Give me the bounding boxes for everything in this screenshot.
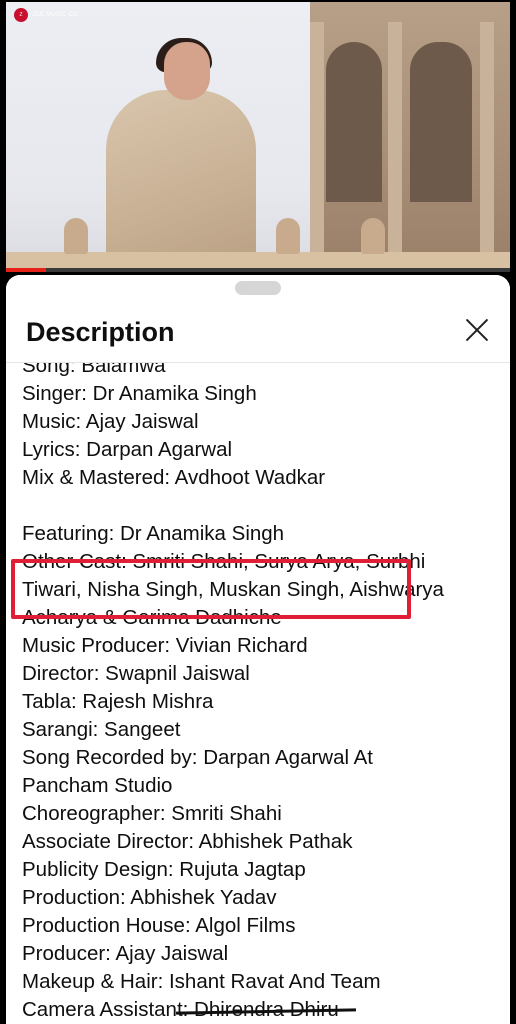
video-railing: [6, 252, 510, 268]
channel-logo: Z ZEE MUSIC CO.: [14, 8, 80, 22]
video-person: [106, 90, 256, 268]
description-line: Associate Director: Abhishek Pathak: [22, 830, 353, 853]
description-title: Description: [26, 317, 175, 347]
description-line: Music: Ajay Jaiswal: [22, 410, 199, 433]
description-line: Acharya & Garima Dadhiche: [22, 606, 282, 629]
video-person-head: [164, 42, 210, 100]
video-pillar: [480, 22, 494, 252]
description-sheet: Song: Balamwa Singer: Dr Anamika Singh Mus…: [6, 275, 510, 1024]
video-pillar: [388, 22, 402, 252]
video-player[interactable]: Z ZEE MUSIC CO.: [6, 2, 510, 268]
description-line: Other Cast: Smriti Shahi, Surya Arya, Su…: [22, 550, 426, 573]
description-line: Choreographer: Smriti Shahi: [22, 802, 282, 825]
description-line: Sarangi: Sangeet: [22, 718, 181, 741]
zee-logo-icon: Z: [14, 8, 28, 22]
description-text: Song: Balamwa Singer: Dr Anamika Singh Mus…: [22, 352, 502, 1024]
video-progress-bar[interactable]: [6, 268, 510, 272]
video-arch: [410, 42, 472, 202]
description-line: Producer: Ajay Jaiswal: [22, 942, 229, 965]
drag-handle[interactable]: [235, 281, 281, 295]
description-line: Pancham Studio: [22, 774, 173, 797]
channel-logo-text: ZEE MUSIC CO.: [32, 12, 80, 18]
video-arch: [326, 42, 382, 202]
description-line: Music Producer: Vivian Richard: [22, 634, 308, 657]
description-line: Lyrics: Darpan Agarwal: [22, 438, 233, 461]
video-finial: [276, 218, 300, 254]
description-line: Makeup & Hair: Ishant Ravat And Team: [22, 970, 381, 993]
description-line: Featuring: Dr Anamika Singh: [22, 522, 285, 545]
video-pillar: [310, 22, 324, 252]
description-line: Song Recorded by: Darpan Agarwal At: [22, 746, 373, 769]
video-finial: [361, 218, 385, 254]
close-icon[interactable]: [464, 317, 490, 343]
description-line: Production: Abhishek Yadav: [22, 886, 277, 909]
description-line: Production House: Algol Films: [22, 914, 296, 937]
description-line: Publicity Design: Rujuta Jagtap: [22, 858, 306, 881]
video-progress-fill: [6, 268, 47, 272]
header-divider: [6, 362, 510, 363]
description-line: Mix & Mastered: Avdhoot Wadkar: [22, 466, 326, 489]
description-line: Tiwari, Nisha Singh, Muskan Singh, Aishw…: [22, 578, 444, 601]
description-line: Tabla: Rajesh Mishra: [22, 690, 214, 713]
video-finial: [64, 218, 88, 254]
description-line: Singer: Dr Anamika Singh: [22, 382, 257, 405]
description-line: Director: Swapnil Jaiswal: [22, 662, 250, 685]
description-blank-line: [22, 492, 502, 520]
